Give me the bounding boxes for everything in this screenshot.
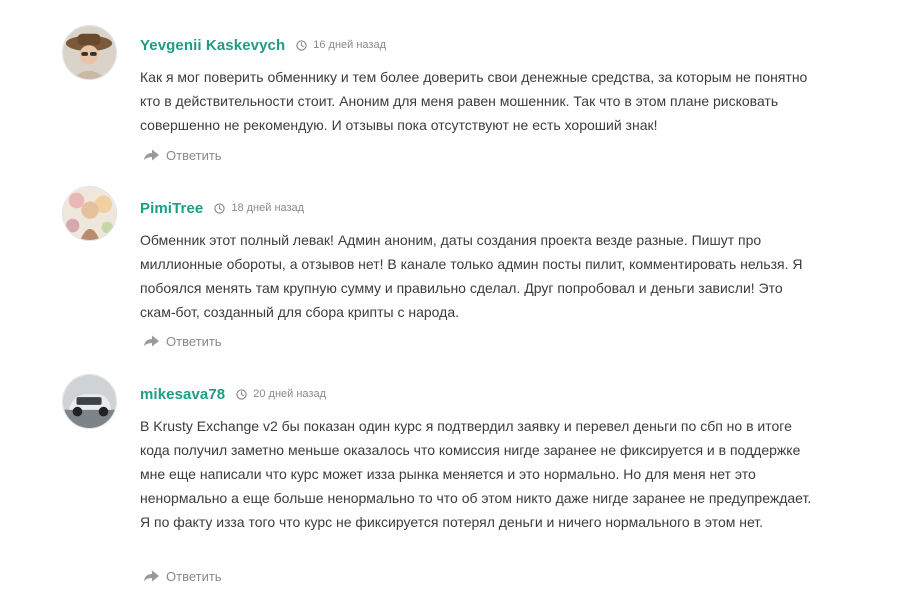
clock-icon — [214, 202, 226, 214]
author-name[interactable]: Yevgenii Kaskevych — [140, 37, 285, 54]
time-ago: 20 дней назад — [253, 388, 327, 400]
comment-text: Обменник этот полный левак! Админ аноним… — [140, 232, 803, 320]
user-photo-hat-icon — [63, 26, 116, 79]
user-photo-flowers-icon — [63, 187, 116, 240]
time-ago: 18 дней назад — [231, 202, 305, 214]
reply-label: Ответить — [166, 147, 222, 163]
clock-icon — [236, 388, 247, 400]
author-name[interactable]: PimiTree — [140, 200, 203, 217]
comment-text: В Krusty Exchange v2 бы показан один кур… — [140, 418, 812, 530]
reply-label: Ответить — [166, 568, 222, 584]
reply-arrow-icon — [144, 570, 159, 582]
avatar[interactable] — [62, 186, 117, 241]
reply-button[interactable]: Ответить — [142, 146, 222, 164]
comment-date: 20 дней назад — [236, 388, 326, 400]
reply-button[interactable]: Ответить — [142, 567, 222, 585]
comment-date: 18 дней назад — [214, 202, 304, 214]
comment-meta: PimiTree 18 дней назад — [140, 197, 304, 219]
clock-icon — [296, 39, 307, 51]
comments-list: Yevgenii Kaskevych 16 дней назад Как я м… — [0, 0, 924, 605]
time-ago: 16 дней назад — [313, 39, 386, 51]
avatar[interactable] — [62, 374, 117, 429]
reply-arrow-icon — [144, 335, 159, 347]
avatar[interactable] — [62, 25, 117, 80]
user-photo-car-icon — [63, 375, 116, 428]
reply-arrow-icon — [144, 149, 159, 161]
comment-text: Как я мог поверить обменнику и тем более… — [140, 69, 808, 133]
comment-date: 16 дней назад — [296, 39, 386, 51]
comment-meta: mikesava78 20 дней назад — [140, 383, 326, 405]
reply-label: Ответить — [166, 333, 222, 349]
author-name[interactable]: mikesava78 — [140, 386, 225, 403]
reply-button[interactable]: Ответить — [142, 332, 222, 350]
comment-meta: Yevgenii Kaskevych 16 дней назад — [140, 34, 386, 56]
